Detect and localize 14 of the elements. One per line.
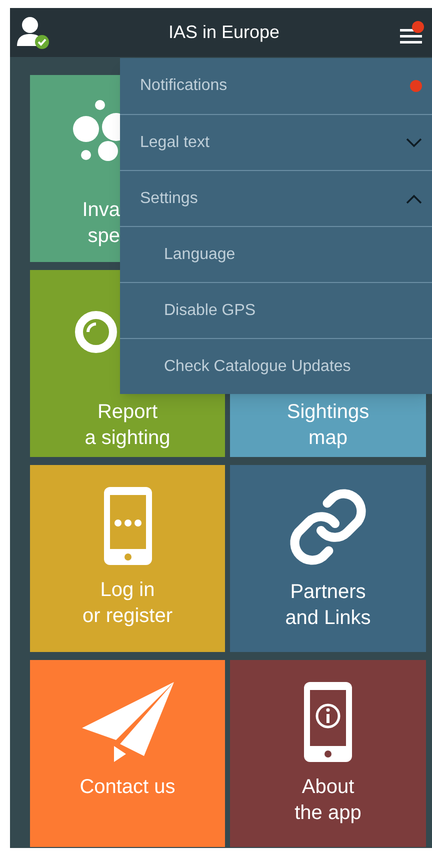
tile-label: map: [308, 426, 348, 451]
tile-label: Log in: [100, 578, 155, 603]
tile-label: a sighting: [84, 426, 170, 451]
tile-label: Inva: [82, 198, 120, 223]
tile-label: Sightings: [286, 400, 370, 425]
tile-label: or register: [82, 604, 173, 629]
tile-label: spe: [88, 224, 120, 249]
tile-label: Report: [97, 400, 158, 425]
tile-label: Contact us: [80, 775, 176, 800]
tile-label: and Links: [285, 606, 371, 631]
tile-label: About: [302, 775, 354, 800]
tile-label: Partners: [290, 580, 366, 605]
tile-label: the app: [294, 801, 362, 826]
app-title: IAS in Europe: [167, 21, 281, 44]
